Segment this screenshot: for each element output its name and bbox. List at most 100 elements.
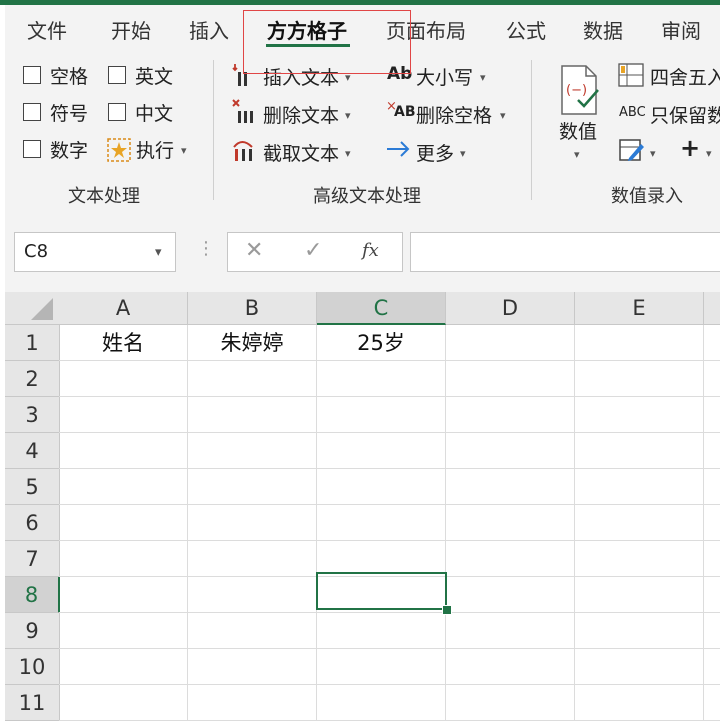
tab-formulas[interactable]: 公式 [506,15,546,44]
execute-dropdown-icon[interactable]: ▾ [181,144,187,157]
cell-e5[interactable] [575,469,704,505]
execute-icon[interactable] [107,138,131,166]
row-header-9[interactable]: 9 [5,613,60,649]
format-edit-icon[interactable] [619,138,645,166]
cell-a5[interactable] [59,469,188,505]
cell-d3[interactable] [446,397,575,433]
keep-numbers-button[interactable]: 只保留数 [650,101,720,128]
row-header-7[interactable]: 7 [5,541,60,577]
delete-spaces-button[interactable]: 删除空格 [416,101,492,128]
cell-d4[interactable] [446,433,575,469]
insert-text-button[interactable]: 插入文本 [263,63,339,90]
cell-f11[interactable] [704,685,720,721]
cell-c7[interactable] [317,541,446,577]
cell-b11[interactable] [188,685,317,721]
round-button[interactable]: 四舍五入 [650,63,720,90]
more-arrow-icon[interactable] [386,139,412,163]
tab-home[interactable]: 开始 [111,15,151,44]
column-header-a[interactable]: A [59,292,188,325]
extract-text-button[interactable]: 截取文本 [263,139,339,166]
row-header-4[interactable]: 4 [5,433,60,469]
row-header-8[interactable]: 8 [5,577,60,613]
cell-a4[interactable] [59,433,188,469]
cell-e7[interactable] [575,541,704,577]
cell-b3[interactable] [188,397,317,433]
cell-d2[interactable] [446,361,575,397]
numeric-icon[interactable]: (−) [558,64,600,120]
delete-spaces-icon[interactable]: AB [394,104,416,120]
cell-a2[interactable] [59,361,188,397]
cell-d10[interactable] [446,649,575,685]
cell-b10[interactable] [188,649,317,685]
tab-data[interactable]: 数据 [583,15,623,44]
cell-d8[interactable] [446,577,575,613]
column-header-c[interactable]: C [317,292,446,325]
insert-text-icon[interactable] [232,62,258,92]
cell-a9[interactable] [59,613,188,649]
cell-f2[interactable] [704,361,720,397]
row-header-5[interactable]: 5 [5,469,60,505]
column-header-e[interactable]: E [575,292,704,325]
cell-c9[interactable] [317,613,446,649]
cell-f5[interactable] [704,469,720,505]
cell-d11[interactable] [446,685,575,721]
cell-c8[interactable] [317,577,446,613]
cell-a10[interactable] [59,649,188,685]
cell-c2[interactable] [317,361,446,397]
cell-e4[interactable] [575,433,704,469]
tab-fangfanggezi[interactable]: 方方格子 [267,15,347,44]
cell-f9[interactable] [704,613,720,649]
case-icon[interactable]: Ab [387,64,412,84]
cell-b5[interactable] [188,469,317,505]
tab-page-layout[interactable]: 页面布局 [386,15,466,44]
more-dropdown-icon[interactable]: ▾ [460,147,466,160]
name-box[interactable]: C8 ▾ [14,232,176,272]
cell-e1[interactable] [575,325,704,361]
cell-c6[interactable] [317,505,446,541]
numeric-button[interactable]: 数值 [559,117,597,144]
cell-d7[interactable] [446,541,575,577]
delete-text-icon[interactable] [232,99,258,129]
cancel-icon[interactable]: ✕ [245,238,263,263]
tab-file[interactable]: 文件 [27,15,67,44]
row-header-10[interactable]: 10 [5,649,60,685]
cell-c3[interactable] [317,397,446,433]
cell-b8[interactable] [188,577,317,613]
confirm-icon[interactable]: ✓ [304,238,322,263]
name-box-dropdown-icon[interactable]: ▾ [155,245,162,260]
cell-c1[interactable]: 25岁 [317,325,446,361]
cell-e8[interactable] [575,577,704,613]
cell-a7[interactable] [59,541,188,577]
case-dropdown-icon[interactable]: ▾ [480,71,486,84]
column-header-f[interactable] [704,292,720,325]
fill-handle[interactable] [442,605,452,615]
cell-f1[interactable] [704,325,720,361]
checkbox-symbol[interactable] [23,103,41,121]
cell-f8[interactable] [704,577,720,613]
execute-button[interactable]: 执行 [136,136,174,163]
formula-input[interactable] [410,232,720,272]
extract-text-icon[interactable] [232,137,258,167]
cell-b6[interactable] [188,505,317,541]
column-header-b[interactable]: B [188,292,317,325]
cell-b1[interactable]: 朱婷婷 [188,325,317,361]
round-icon[interactable] [618,63,644,91]
cell-c4[interactable] [317,433,446,469]
cell-d6[interactable] [446,505,575,541]
row-header-2[interactable]: 2 [5,361,60,397]
cell-e9[interactable] [575,613,704,649]
checkbox-space[interactable] [23,66,41,84]
row-header-11[interactable]: 11 [5,685,60,721]
add-dropdown-icon[interactable]: ▾ [706,147,712,160]
column-header-d[interactable]: D [446,292,575,325]
select-all-corner[interactable] [5,292,60,325]
cell-f4[interactable] [704,433,720,469]
delete-spaces-dropdown-icon[interactable]: ▾ [500,109,506,122]
add-icon[interactable]: + [680,134,700,162]
more-button[interactable]: 更多 [416,139,454,166]
row-header-6[interactable]: 6 [5,505,60,541]
keep-numbers-icon[interactable]: ABC [619,105,646,120]
cell-a1[interactable]: 姓名 [59,325,188,361]
cell-e3[interactable] [575,397,704,433]
cell-c11[interactable] [317,685,446,721]
